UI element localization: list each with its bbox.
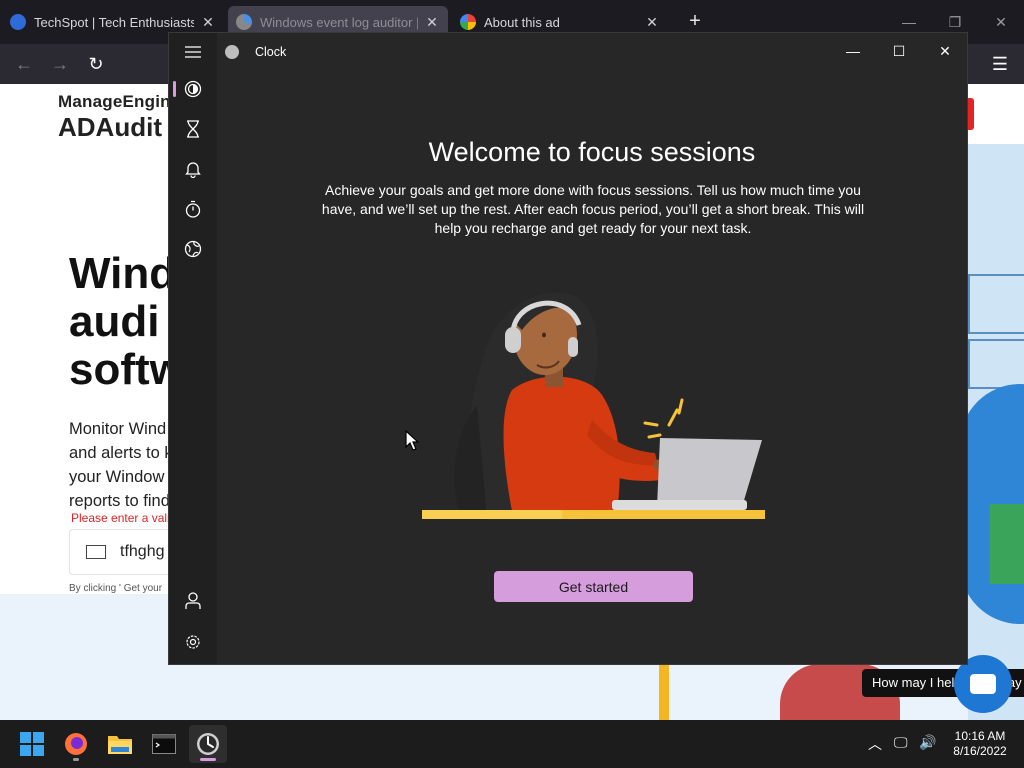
loading-favicon [236, 14, 252, 30]
mail-icon [86, 545, 106, 559]
world-clock-icon[interactable] [177, 233, 209, 265]
back-arrow-icon[interactable]: ← [12, 52, 36, 76]
close-button[interactable]: ✕ [925, 37, 965, 65]
volume-icon[interactable]: 🔊 [919, 734, 936, 751]
timer-icon[interactable] [177, 113, 209, 145]
reload-icon[interactable]: ↻ [84, 52, 108, 76]
techspot-favicon [10, 14, 26, 30]
hero-heading: Wind audi softw [69, 249, 184, 394]
system-date: 8/16/2022 [953, 744, 1007, 758]
server-illustration [968, 339, 1024, 389]
navigation-rail [169, 33, 217, 664]
stopwatch-icon[interactable] [177, 193, 209, 225]
google-favicon [460, 14, 476, 30]
globe-land-illustration [990, 504, 1024, 584]
system-clock[interactable]: 10:16 AM 8/16/2022 [950, 729, 1010, 759]
clock-taskbar-icon[interactable] [189, 725, 227, 763]
minimize-button[interactable]: — [833, 37, 873, 65]
alarm-icon[interactable] [177, 153, 209, 185]
close-icon[interactable]: ✕ [424, 14, 440, 31]
tab-title: TechSpot | Tech Enthusiasts, Po [34, 14, 194, 30]
server-illustration [968, 274, 1024, 334]
page-title: Welcome to focus sessions [428, 137, 756, 167]
close-icon[interactable]: ✕ [200, 14, 216, 31]
focus-illustration [422, 292, 765, 520]
email-value: tfhghg [120, 543, 165, 560]
adaudit-logo[interactable]: ADAudit [58, 112, 162, 143]
running-indicator [200, 758, 216, 761]
browser-close-button[interactable]: ✕ [986, 8, 1016, 36]
clock-title-bar[interactable]: Clock — ☐ ✕ [169, 33, 967, 71]
selected-indicator [173, 81, 176, 97]
manageengine-logo[interactable]: ManageEngin [58, 92, 171, 112]
new-tab-button[interactable]: + [683, 10, 707, 34]
clock-app-icon [225, 45, 239, 59]
network-icon[interactable]: 🖵 [894, 734, 908, 751]
forward-arrow-icon[interactable]: → [48, 52, 72, 76]
hero-paragraph: Monitor Wind and alerts to k your Window… [69, 420, 173, 510]
firefox-icon[interactable] [57, 725, 95, 763]
settings-gear-icon[interactable] [177, 626, 209, 658]
pole-illustration [659, 664, 669, 720]
running-indicator [73, 758, 79, 761]
tab-title: Windows event log auditor | M [260, 14, 418, 30]
taskbar: ︿ 🖵 🔊 10:16 AM 8/16/2022 [0, 720, 1024, 768]
menu-icon[interactable]: ☰ [988, 52, 1012, 76]
start-windows-icon[interactable] [13, 725, 51, 763]
window-title: Clock [255, 45, 287, 59]
system-time: 10:16 AM [954, 729, 1006, 743]
account-icon[interactable] [177, 585, 209, 617]
close-icon[interactable]: ✕ [644, 14, 660, 31]
tab-title: About this ad [484, 14, 560, 30]
page-description: Achieve your goals and get more done wit… [321, 182, 865, 236]
focus-sessions-icon[interactable] [177, 73, 209, 105]
file-explorer-icon[interactable] [101, 725, 139, 763]
chevron-up-icon[interactable]: ︿ [868, 734, 882, 754]
email-error-message: Please enter a vali [71, 511, 170, 525]
clock-app-window: Clock — ☐ ✕ Welcome to focus sessions Ac… [168, 32, 968, 665]
mouse-cursor-icon [405, 430, 419, 451]
consent-text: By clicking ' Get your [69, 583, 163, 594]
get-started-button[interactable]: Get started [494, 571, 693, 602]
terminal-icon[interactable] [145, 725, 183, 763]
maximize-button[interactable]: ☐ [879, 37, 919, 65]
